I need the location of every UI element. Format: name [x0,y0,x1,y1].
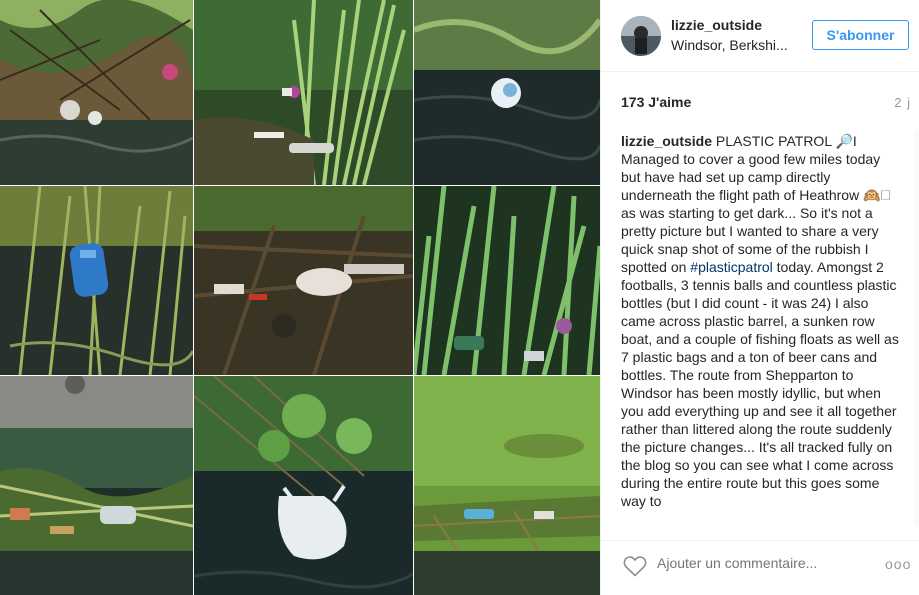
photo-tall-grass-litter [414,186,600,375]
caption-text-part2: today. Amongst 2 footballs, 3 tennis bal… [621,259,899,509]
post-side-panel: lizzie_outside Windsor, Berkshi... S'abo… [600,0,919,595]
caption-username[interactable]: lizzie_outside [621,133,712,149]
location-link[interactable]: Windsor, Berkshi... [671,37,788,53]
post-image-collage[interactable] [0,0,600,595]
avatar[interactable] [621,16,661,56]
photo-river-bank-tangle [0,0,193,185]
more-options-icon[interactable]: ooo [885,556,911,572]
comment-input[interactable] [657,555,867,571]
header-divider [601,71,919,72]
photo-muddy-debris [194,186,413,375]
username-link[interactable]: lizzie_outside [671,17,762,33]
caption-scrollbar[interactable] [914,130,919,525]
footer-divider [601,540,919,541]
caption-text-part1: PLASTIC PATROL 🔎I Managed to cover a goo… [621,133,891,275]
photo-plastic-bag-water [194,376,413,595]
photo-water-floating-ball [414,0,600,185]
caption: lizzie_outside PLASTIC PATROL 🔎I Managed… [621,132,901,530]
post-header: lizzie_outside Windsor, Berkshi... S'abo… [601,0,919,70]
hashtag-link[interactable]: #plasticpatrol [690,259,773,275]
likes-count[interactable]: 173 J'aime [621,94,691,110]
photo-reeds-blue-bottle [0,186,193,375]
follow-button[interactable]: S'abonner [812,20,909,50]
photo-reeds-bottles [194,0,413,185]
heart-outline-icon[interactable] [623,555,647,577]
post-time[interactable]: 2 j [894,95,911,110]
likes-row: 173 J'aime 2 j [621,94,911,114]
photo-canal-floating-litter [0,376,193,595]
photo-grassy-bank-bottle [414,376,600,595]
